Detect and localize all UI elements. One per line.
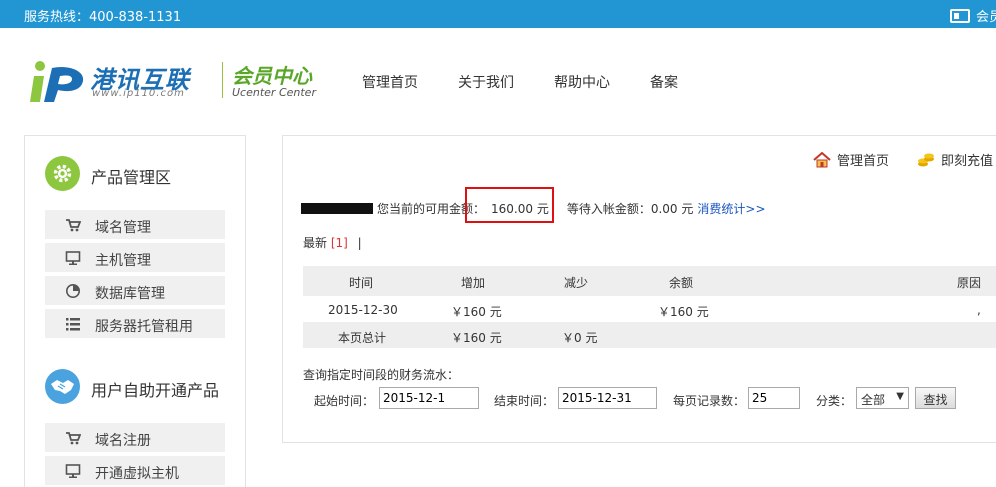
- sidebar-item-server-hosting[interactable]: 服务器托管租用: [45, 309, 225, 338]
- nav-help[interactable]: 帮助中心: [554, 72, 610, 92]
- cart-icon: [66, 432, 81, 445]
- query-title: 查询指定时间段的财务流水：: [303, 368, 460, 382]
- top-bar: 服务热线：400-838-1131 会员: [0, 0, 996, 28]
- sidebar-item-label: 开通虚拟主机: [95, 466, 179, 482]
- ucenter-title-cn: 会员中心: [232, 64, 312, 88]
- cell-time: 2015-12-30: [328, 303, 398, 317]
- cell-increase: ￥160 元: [451, 331, 502, 345]
- member-label: 会员: [976, 10, 996, 25]
- table-row: 2015-12-30 ￥160 元 ￥160 元 ,: [303, 296, 996, 322]
- list-icon: [66, 318, 80, 331]
- latest-label: 最新: [303, 236, 328, 250]
- category-value: 全部: [861, 393, 886, 407]
- sidebar-item-host-management[interactable]: 主机管理: [45, 243, 225, 272]
- nav-about[interactable]: 关于我们: [458, 72, 514, 92]
- sidebar-item-label: 域名管理: [95, 220, 151, 236]
- consumption-stats-link[interactable]: 消费统计>>: [697, 202, 765, 216]
- per-page-label: 每页记录数：: [673, 394, 746, 408]
- ucenter-title-en: Ucenter Center: [232, 86, 316, 99]
- member-link[interactable]: 会员: [950, 6, 996, 25]
- pager-separator: |: [357, 236, 362, 250]
- house-icon: [813, 152, 831, 168]
- category-select[interactable]: 全部 ▼: [856, 387, 909, 409]
- gear-icon: [45, 156, 80, 191]
- column-header: 增加: [461, 276, 486, 290]
- member-card-icon: [950, 9, 970, 23]
- sidebar-item-database-management[interactable]: 数据库管理: [45, 276, 225, 305]
- cart-icon: [66, 219, 81, 232]
- sidebar-item-label: 域名注册: [95, 433, 151, 449]
- cell-reason: ,: [977, 303, 981, 317]
- end-time-input[interactable]: [558, 387, 657, 409]
- brand-url: www.ip110.com: [92, 88, 185, 99]
- start-time-input[interactable]: [379, 387, 479, 409]
- dropdown-arrow-icon: ▼: [896, 391, 904, 402]
- sidebar-item-label: 数据库管理: [95, 286, 165, 302]
- cell-balance: ￥160 元: [658, 305, 709, 319]
- category-label: 分类：: [816, 394, 853, 408]
- column-header: 余额: [669, 276, 694, 290]
- monitor-icon: [65, 464, 81, 478]
- sidebar: 产品管理区 域名管理 主机管理 数据库管理 服务器托管租用 用户自助开通产品 域…: [24, 135, 246, 487]
- table-header: 时间 增加 减少 余额 原因: [303, 266, 996, 296]
- sidebar-item-domain-register[interactable]: 域名注册: [45, 423, 225, 452]
- nav-home[interactable]: 管理首页: [362, 72, 418, 92]
- sidebar-item-domain-management[interactable]: 域名管理: [45, 210, 225, 239]
- service-hotline: 服务热线：400-838-1131: [24, 10, 182, 25]
- sidebar-item-open-virtual-host[interactable]: 开通虚拟主机: [45, 456, 225, 485]
- sidebar-item-label: 主机管理: [95, 253, 151, 269]
- toolbar-recharge-label: 即刻充值: [941, 154, 994, 169]
- toolbar-recharge-link[interactable]: 即刻充值: [917, 150, 993, 169]
- latest-pager: 最新 [1] |: [303, 234, 362, 251]
- handshake-icon: [45, 369, 80, 404]
- column-header: 减少: [564, 276, 589, 290]
- toolbar-home-link[interactable]: 管理首页: [813, 150, 889, 169]
- cell-decrease: ￥0 元: [562, 331, 598, 345]
- nav-icp[interactable]: 备案: [650, 72, 678, 92]
- toolbar-home-label: 管理首页: [837, 154, 890, 169]
- section-title: 产品管理区: [91, 168, 172, 187]
- monitor-icon: [65, 251, 81, 265]
- end-time-label: 结束时间：: [494, 394, 555, 408]
- ip-logo-icon: [30, 61, 84, 102]
- pie-chart-icon: [66, 284, 80, 298]
- redacted-username: [301, 203, 373, 214]
- amount-highlight-box: [465, 187, 554, 223]
- cell-total-label: 本页总计: [338, 331, 387, 345]
- sidebar-item-label: 服务器托管租用: [95, 319, 193, 335]
- site-logo[interactable]: 港讯互联 www.ip110.com 会员中心 Ucenter Center: [30, 58, 330, 108]
- search-button[interactable]: 查找: [915, 387, 956, 409]
- cell-increase: ￥160 元: [451, 305, 502, 319]
- page-link[interactable]: [1]: [331, 236, 348, 250]
- section-title: 用户自助开通产品: [91, 381, 220, 400]
- per-page-input[interactable]: [748, 387, 800, 409]
- table-row-total: 本页总计 ￥160 元 ￥0 元: [303, 322, 996, 348]
- start-time-label: 起始时间：: [314, 394, 375, 408]
- finance-panel: 管理首页 即刻充值 您当前的可用金额： 160.00 元等待入帐金额：0.00 元…: [282, 135, 996, 443]
- column-header: 原因: [957, 276, 982, 290]
- column-header: 时间: [349, 276, 374, 290]
- coins-icon: [918, 153, 934, 167]
- logo-divider: [222, 62, 223, 98]
- pending-amount: 0.00 元: [650, 202, 694, 216]
- pending-label: 等待入帐金额：: [566, 202, 651, 216]
